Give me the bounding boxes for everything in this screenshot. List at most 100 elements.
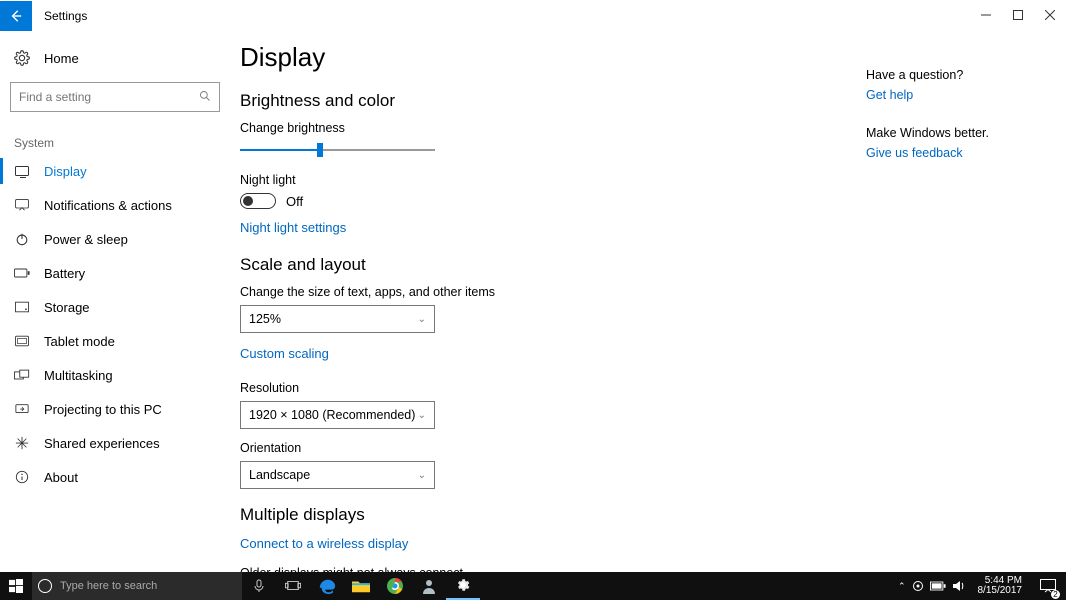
slider-fill <box>240 149 320 151</box>
orientation-value: Landscape <box>249 468 310 482</box>
slider-thumb[interactable] <box>317 143 323 157</box>
nav-label: Shared experiences <box>44 436 160 451</box>
sidebar-item-about[interactable]: About <box>0 460 230 494</box>
file-explorer-app[interactable] <box>344 572 378 600</box>
action-center-button[interactable]: 2 <box>1034 572 1062 600</box>
system-tray: ⌃ 5:44 PM 8/15/2017 2 <box>898 572 1066 600</box>
start-button[interactable] <box>0 579 32 593</box>
chevron-down-icon: ⌄ <box>418 410 426 421</box>
section-header: System <box>0 112 230 154</box>
chrome-app[interactable] <box>378 572 412 600</box>
connect-wireless-link[interactable]: Connect to a wireless display <box>240 536 408 551</box>
sidebar-item-battery[interactable]: Battery <box>0 256 230 290</box>
chrome-icon <box>387 578 403 594</box>
chevron-down-icon: ⌄ <box>418 314 426 325</box>
taskbar-apps <box>242 572 480 600</box>
sidebar-item-power-sleep[interactable]: Power & sleep <box>0 222 230 256</box>
sidebar: Home System Display Notifications & acti… <box>0 32 230 572</box>
nav-label: Battery <box>44 266 85 281</box>
task-view-icon <box>285 580 301 592</box>
sidebar-item-shared-experiences[interactable]: Shared experiences <box>0 426 230 460</box>
gear-icon <box>14 50 30 66</box>
sidebar-item-display[interactable]: Display <box>0 154 230 188</box>
sidebar-item-projecting[interactable]: Projecting to this PC <box>0 392 230 426</box>
clock-date: 8/15/2017 <box>978 586 1023 597</box>
help-question: Have a question? <box>866 68 1026 82</box>
nav-label: About <box>44 470 78 485</box>
taskbar-search[interactable]: Type here to search <box>32 572 242 600</box>
close-button[interactable] <box>1034 0 1066 30</box>
clock[interactable]: 5:44 PM 8/15/2017 <box>972 576 1029 597</box>
edge-app[interactable] <box>310 572 344 600</box>
night-light-settings-link[interactable]: Night light settings <box>240 220 346 235</box>
home-label: Home <box>44 51 79 66</box>
scale-value: 125% <box>249 312 281 326</box>
location-icon[interactable] <box>912 580 924 592</box>
multitasking-icon <box>14 367 30 383</box>
volume-icon[interactable] <box>952 580 966 592</box>
night-light-toggle[interactable] <box>240 193 276 209</box>
gear-icon <box>455 577 471 593</box>
feedback-heading: Make Windows better. <box>866 126 1026 140</box>
section-scale: Scale and layout <box>240 255 1066 275</box>
back-button[interactable] <box>0 1 32 31</box>
nav-label: Storage <box>44 300 90 315</box>
taskbar-search-placeholder: Type here to search <box>60 580 157 592</box>
settings-app[interactable] <box>446 572 480 600</box>
main-content: Display Brightness and color Change brig… <box>230 32 1066 572</box>
sidebar-item-storage[interactable]: Storage <box>0 290 230 324</box>
get-help-link[interactable]: Get help <box>866 88 1026 102</box>
person-icon <box>422 578 436 594</box>
nav-label: Power & sleep <box>44 232 128 247</box>
sidebar-item-notifications[interactable]: Notifications & actions <box>0 188 230 222</box>
shared-icon <box>14 435 30 451</box>
power-icon <box>14 231 30 247</box>
brightness-slider[interactable] <box>240 141 435 159</box>
battery-tray-icon[interactable] <box>930 581 946 591</box>
night-light-state: Off <box>286 194 303 209</box>
toggle-knob <box>243 196 253 206</box>
storage-icon <box>14 299 30 315</box>
taskbar: Type here to search ⌃ 5:44 PM 8/15/2017 … <box>0 572 1066 600</box>
section-multiple-displays: Multiple displays <box>240 505 1066 525</box>
nav-label: Multitasking <box>44 368 113 383</box>
minimize-button[interactable] <box>970 0 1002 30</box>
notif-badge: 2 <box>1051 590 1060 599</box>
cortana-icon <box>38 579 52 593</box>
sidebar-item-multitasking[interactable]: Multitasking <box>0 358 230 392</box>
edge-icon <box>318 577 336 595</box>
projecting-icon <box>14 401 30 417</box>
maximize-button[interactable] <box>1002 0 1034 30</box>
task-view-button[interactable] <box>276 572 310 600</box>
scale-dropdown[interactable]: 125% ⌄ <box>240 305 435 333</box>
help-panel: Have a question? Get help Make Windows b… <box>866 68 1026 184</box>
chevron-down-icon: ⌄ <box>418 470 426 481</box>
app-icon-generic[interactable] <box>412 572 446 600</box>
search-settings[interactable] <box>10 82 220 112</box>
custom-scaling-link[interactable]: Custom scaling <box>240 346 329 361</box>
tray-overflow-button[interactable]: ⌃ <box>898 581 906 592</box>
resolution-dropdown[interactable]: 1920 × 1080 (Recommended) ⌄ <box>240 401 435 429</box>
close-icon <box>1045 10 1055 20</box>
battery-icon <box>14 265 30 281</box>
feedback-link[interactable]: Give us feedback <box>866 146 1026 160</box>
tablet-icon <box>14 333 30 349</box>
nav-label: Tablet mode <box>44 334 115 349</box>
orientation-label: Orientation <box>240 441 1066 455</box>
maximize-icon <box>1013 10 1023 20</box>
nav-label: Display <box>44 164 87 179</box>
search-input[interactable] <box>19 90 179 104</box>
info-icon <box>14 469 30 485</box>
orientation-dropdown[interactable]: Landscape ⌄ <box>240 461 435 489</box>
scale-label: Change the size of text, apps, and other… <box>240 285 1066 299</box>
mic-button[interactable] <box>242 572 276 600</box>
title-bar: Settings <box>0 0 1066 32</box>
window-controls <box>970 0 1066 30</box>
multi-display-note: Older displays might not always connect … <box>240 565 540 572</box>
resolution-value: 1920 × 1080 (Recommended) <box>249 408 415 422</box>
home-nav[interactable]: Home <box>0 42 230 74</box>
notifications-icon <box>14 197 30 213</box>
sidebar-item-tablet-mode[interactable]: Tablet mode <box>0 324 230 358</box>
minimize-icon <box>981 10 991 20</box>
display-icon <box>14 163 30 179</box>
